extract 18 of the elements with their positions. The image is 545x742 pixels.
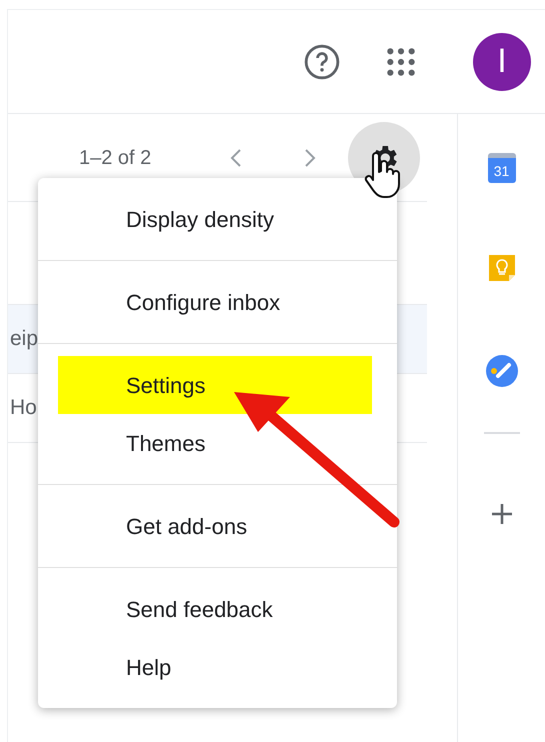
chevron-right-icon[interactable] [303, 146, 317, 168]
page-count: 1–2 of 2 [79, 146, 152, 170]
menu-item[interactable]: Get add-ons [58, 497, 372, 555]
menu-item[interactable]: Help [58, 638, 372, 696]
menu-item[interactable]: Send feedback [58, 580, 372, 638]
menu-item[interactable]: Themes [58, 414, 372, 472]
menu-item[interactable]: Display density [58, 190, 372, 248]
menu-item[interactable]: Settings [58, 356, 372, 414]
account-avatar[interactable]: I [473, 32, 531, 90]
apps-grid-icon[interactable] [385, 46, 417, 78]
help-icon[interactable] [303, 42, 341, 80]
email-snippet: Ho [10, 395, 37, 422]
calendar-icon[interactable]: 31 [488, 153, 516, 183]
checkmark-circle-icon[interactable] [484, 354, 518, 388]
menu-item[interactable]: Configure inbox [58, 273, 372, 331]
add-icon[interactable] [490, 502, 514, 526]
email-snippet: eip [10, 326, 38, 352]
chevron-left-icon[interactable] [229, 146, 243, 168]
